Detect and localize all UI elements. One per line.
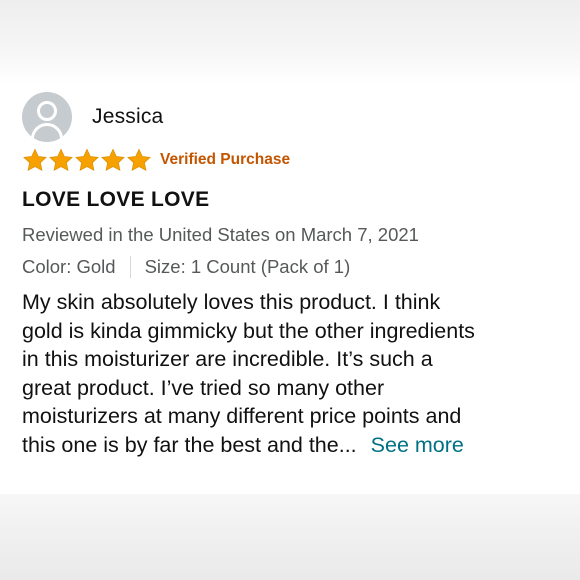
review-card: Jessica Verified Purchase LOVE LOVE LOVE… xyxy=(0,84,580,494)
review-title[interactable]: LOVE LOVE LOVE xyxy=(22,188,209,212)
reviewer-profile[interactable]: Jessica xyxy=(22,92,163,142)
variant-divider xyxy=(129,256,131,278)
review-body-line: this one is by far the best and the... xyxy=(22,432,357,457)
product-variant: Color: Gold Size: 1 Count (Pack of 1) xyxy=(22,256,350,278)
size-variant: Size: 1 Count (Pack of 1) xyxy=(144,256,351,277)
user-avatar-icon[interactable] xyxy=(22,92,72,142)
review-body-line: moisturizers at many different price poi… xyxy=(22,404,462,428)
star-icon xyxy=(101,148,125,172)
review-body-line: My skin absolutely loves this product. I… xyxy=(22,290,441,314)
star-icon xyxy=(75,148,99,172)
review-body-line: gold is kinda gimmicky but the other ing… xyxy=(22,318,475,343)
star-icon xyxy=(23,148,47,172)
star-icon xyxy=(49,148,73,172)
review-body: My skin absolutely loves this product. I… xyxy=(22,288,570,459)
review-body-line: great product. I’ve tried so many other xyxy=(22,375,385,400)
screenshot-frame: Jessica Verified Purchase LOVE LOVE LOVE… xyxy=(0,0,580,580)
star-rating[interactable] xyxy=(22,148,152,172)
review-date: Reviewed in the United States on March 7… xyxy=(22,224,419,245)
bottom-background xyxy=(0,494,580,580)
see-more-link[interactable]: See more xyxy=(371,433,464,457)
color-variant: Color: Gold xyxy=(22,256,116,277)
top-background xyxy=(0,0,580,84)
star-icon xyxy=(127,148,151,172)
review-body-last-line: this one is by far the best and the... Se… xyxy=(22,431,570,460)
reviewer-name[interactable]: Jessica xyxy=(92,105,163,129)
verified-purchase-badge[interactable]: Verified Purchase xyxy=(160,151,290,169)
review-body-line: in this moisturizer are incredible. It’s… xyxy=(22,347,433,371)
rating-row: Verified Purchase xyxy=(22,148,290,172)
